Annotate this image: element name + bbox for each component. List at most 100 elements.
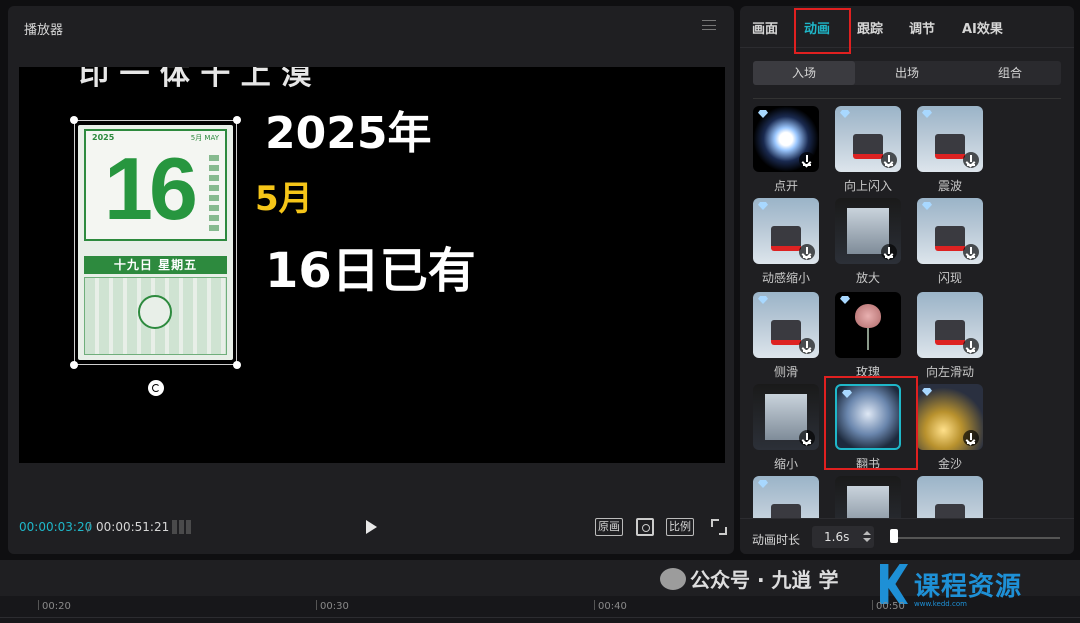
resize-handle[interactable] [233, 116, 241, 124]
tab-picture[interactable]: 画面 [752, 18, 778, 37]
animation-thumbnail[interactable] [753, 292, 819, 358]
canvas-month-text: 5月 [255, 179, 313, 219]
duration-bar: 动画时长 1.6s [740, 518, 1074, 554]
download-icon[interactable] [881, 244, 897, 260]
ratio-button[interactable]: 比例 [666, 518, 694, 536]
resize-handle[interactable] [70, 116, 78, 124]
inspector-panel: 画面 动画 跟踪 调节 AI效果 入场 出场 组合 点开 向上闪入 震波动感缩小 放大… [740, 6, 1074, 554]
animation-item[interactable]: 向上闪入 [835, 106, 901, 194]
resize-handle[interactable] [233, 361, 241, 369]
subtab-combo[interactable]: 组合 [959, 61, 1061, 85]
animation-thumbnail[interactable] [835, 106, 901, 172]
resize-handle[interactable] [70, 361, 78, 369]
fit-view-icon[interactable] [636, 518, 654, 536]
ruler-label: 00:40 [598, 601, 627, 612]
animation-label: 闪现 [937, 271, 962, 285]
download-icon[interactable] [963, 430, 979, 446]
player-panel: 播放器 印 一 体 干 上 漠 2025 5月 MAY 16 十九日 星期五 2… [8, 6, 734, 554]
animation-label: 向左滑动 [925, 365, 974, 379]
download-icon[interactable] [799, 152, 815, 168]
animation-subtabs: 入场 出场 组合 [753, 61, 1061, 85]
animation-thumbnail[interactable] [917, 106, 983, 172]
diamond-icon [840, 110, 850, 118]
animation-item[interactable]: 玫瑰 [835, 292, 901, 380]
download-icon[interactable] [799, 430, 815, 446]
animation-label: 震波 [937, 179, 962, 193]
app-window: 播放器 印 一 体 干 上 漠 2025 5月 MAY 16 十九日 星期五 2… [0, 0, 1080, 623]
rotate-icon[interactable] [148, 380, 164, 396]
animation-label: 动感缩小 [761, 271, 810, 285]
diamond-icon [922, 202, 932, 210]
time-ruler[interactable]: 00:20 00:30 00:40 00:50 [0, 598, 1080, 618]
ruler-label: 00:20 [42, 601, 71, 612]
animation-thumbnail[interactable] [753, 384, 819, 450]
grid-icon[interactable] [172, 520, 192, 534]
tab-adjust[interactable]: 调节 [909, 18, 935, 37]
current-time: 00:00:03:20 [19, 520, 93, 534]
duration-stepper[interactable] [862, 529, 872, 545]
canvas-day-text: 16日已有 [265, 243, 476, 299]
duration-label: 动画时长 [752, 533, 801, 547]
diamond-icon [758, 110, 768, 118]
download-icon[interactable] [963, 244, 979, 260]
timeline-toolbar: 公众号 · 九逍 学 课程资源 www.kedd.com [0, 560, 1080, 608]
animation-item[interactable]: 向左滑动 [917, 292, 983, 380]
ruler-tick [316, 600, 317, 610]
ruler-tick [594, 600, 595, 610]
animation-label: 向上闪入 [843, 179, 892, 193]
animation-label: 侧滑 [773, 365, 798, 379]
ruler-label: 00:50 [876, 601, 905, 612]
animation-item[interactable]: 金沙 [917, 384, 983, 472]
animation-thumbnail[interactable] [835, 198, 901, 264]
animation-thumbnail[interactable] [835, 292, 901, 358]
ruler-label: 00:30 [320, 601, 349, 612]
animation-item[interactable]: 放大 [835, 198, 901, 286]
animation-item[interactable]: 震波 [917, 106, 983, 194]
animation-item[interactable]: 侧滑 [753, 292, 819, 380]
diamond-icon [922, 110, 932, 118]
animation-label: 金沙 [937, 457, 962, 471]
tab-tracking[interactable]: 跟踪 [857, 18, 883, 37]
download-icon[interactable] [799, 338, 815, 354]
fullscreen-icon[interactable] [711, 519, 727, 535]
diamond-icon [758, 202, 768, 210]
animation-item[interactable]: 动感缩小 [753, 198, 819, 286]
animation-thumbnail[interactable] [753, 198, 819, 264]
preview-canvas[interactable]: 印 一 体 干 上 漠 2025 5月 MAY 16 十九日 星期五 2025年… [19, 67, 725, 463]
animation-label: 放大 [855, 271, 880, 285]
download-icon[interactable] [881, 152, 897, 168]
download-icon[interactable] [963, 338, 979, 354]
download-icon[interactable] [963, 152, 979, 168]
play-button[interactable] [366, 520, 377, 534]
animation-label: 缩小 [773, 457, 798, 471]
animation-item[interactable]: 缩小 [753, 384, 819, 472]
tab-ai-effects[interactable]: AI效果 [962, 18, 1003, 37]
watermark-text: 公众号 · 九逍 学 [690, 568, 839, 592]
animation-thumbnail[interactable] [917, 384, 983, 450]
divider [753, 98, 1061, 99]
time-separator: / [87, 520, 92, 534]
inspector-tabs: 画面 动画 跟踪 调节 AI效果 [740, 6, 1074, 48]
duration-slider-track[interactable] [892, 537, 1060, 539]
animation-thumbnail[interactable] [753, 106, 819, 172]
total-time: 00:00:51:21 [96, 520, 170, 534]
timeline: 公众号 · 九逍 学 课程资源 www.kedd.com 00:20 00:30… [0, 560, 1080, 623]
diamond-icon [840, 296, 850, 304]
subtab-in[interactable]: 入场 [753, 61, 855, 85]
duration-slider-knob[interactable] [890, 529, 898, 543]
canvas-partial-text: 印 一 体 干 上 漠 [79, 67, 312, 92]
diamond-icon [758, 480, 768, 488]
download-icon[interactable] [799, 244, 815, 260]
animation-item[interactable]: 点开 [753, 106, 819, 194]
wechat-icon [660, 568, 686, 590]
ruler-tick [38, 600, 39, 610]
animation-thumbnail[interactable] [917, 198, 983, 264]
subtab-out[interactable]: 出场 [856, 61, 958, 85]
menu-icon[interactable] [702, 20, 716, 30]
animation-item[interactable]: 闪现 [917, 198, 983, 286]
animation-thumbnail[interactable] [917, 292, 983, 358]
highlight-box-tab [794, 8, 851, 54]
animation-label: 点开 [773, 179, 798, 193]
selection-box[interactable] [74, 120, 237, 365]
original-button[interactable]: 原画 [595, 518, 623, 536]
